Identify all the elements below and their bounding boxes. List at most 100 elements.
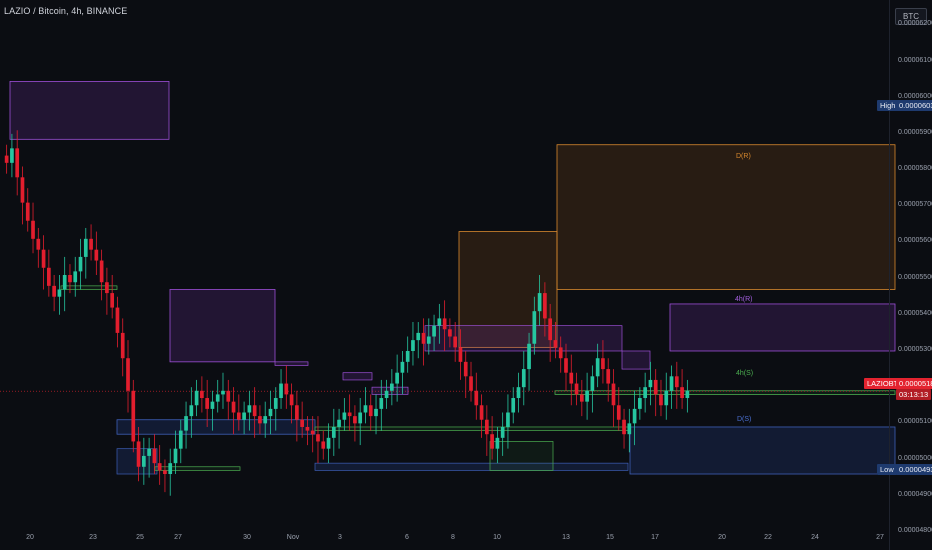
time-tick-label: 15: [606, 534, 614, 541]
candle-body: [484, 419, 489, 435]
sr-zone: [314, 426, 629, 431]
candle-body: [585, 390, 589, 402]
high-value: 0.00006032: [896, 100, 932, 111]
price-tick-label: 0.00004800: [898, 526, 932, 534]
candle-body: [236, 412, 241, 420]
candle-body: [395, 372, 399, 384]
candle-body: [664, 390, 669, 406]
candle-body: [226, 390, 231, 402]
candle-body: [326, 437, 331, 449]
candle-body: [432, 325, 436, 337]
price-tick-label: 0.00005800: [898, 165, 932, 173]
candle-body: [52, 285, 56, 297]
candle-body: [358, 412, 363, 424]
candle-body: [390, 383, 394, 391]
candle-body: [353, 416, 357, 424]
candle-body: [310, 430, 315, 435]
price-tick-label: 0.00005600: [898, 237, 932, 245]
time-tick-label: 3: [338, 534, 342, 541]
candle-body: [574, 383, 579, 395]
candle-body: [601, 358, 605, 370]
sr-zone: [169, 289, 276, 363]
price-tick-label: 0.00005000: [898, 454, 932, 462]
candle-body: [105, 282, 109, 294]
candle-body: [78, 256, 83, 272]
price-tick-label: 0.00005100: [898, 418, 932, 426]
candle-body: [527, 343, 531, 370]
candle-body: [205, 398, 210, 409]
candle-body: [384, 390, 389, 399]
candle-body: [448, 329, 452, 337]
candle-body: [405, 350, 410, 362]
candle-body: [184, 416, 188, 431]
sr-zone: [314, 462, 629, 471]
zone-label-d-resistance: D(R): [736, 153, 751, 160]
candle-body: [136, 441, 141, 467]
candle-body: [94, 249, 99, 261]
zone-label-4h-support: 4h(S): [736, 370, 754, 377]
time-tick-label: 10: [493, 534, 501, 541]
candle-body: [411, 340, 415, 351]
candle-body: [342, 412, 347, 420]
candle-body: [141, 455, 146, 467]
candle-body: [99, 260, 104, 283]
candle-body: [279, 383, 283, 399]
candle-body: [242, 412, 246, 420]
candle-body: [632, 408, 637, 424]
candle-body: [252, 405, 257, 417]
time-tick-label: 24: [811, 534, 819, 541]
candle-body: [638, 398, 642, 409]
sr-zone: [342, 372, 373, 381]
candle-body: [543, 293, 547, 319]
sr-zone: [154, 466, 241, 471]
candle-body: [126, 358, 130, 391]
candle-body: [469, 376, 473, 391]
candle-body: [490, 434, 494, 449]
candle-body: [15, 148, 20, 178]
candle-body: [263, 416, 268, 424]
candle-body: [210, 401, 215, 409]
price-chart[interactable]: [0, 0, 932, 550]
candle-body: [73, 271, 78, 283]
candle-body: [337, 419, 341, 427]
time-tick-label: 13: [562, 534, 570, 541]
price-tick-label: 0.00005500: [898, 273, 932, 281]
zone-label-d-support: D(S): [737, 416, 752, 423]
candle-body: [231, 401, 236, 413]
candle-body: [648, 379, 653, 388]
sr-zone: [621, 350, 651, 370]
candle-body: [379, 398, 384, 409]
candle-body: [685, 390, 690, 399]
candle-body: [147, 448, 151, 456]
low-label: Low: [877, 464, 897, 475]
candle-body: [316, 434, 320, 442]
candle-body: [511, 398, 516, 413]
candle-body: [347, 412, 352, 417]
candle-body: [606, 369, 611, 384]
candle-body: [168, 463, 173, 475]
time-tick-label: 25: [136, 534, 144, 541]
candle-body: [521, 369, 526, 388]
candle-body: [295, 405, 299, 420]
time-tick-label: 22: [764, 534, 772, 541]
candle-body: [659, 394, 663, 406]
candle-body: [62, 275, 67, 290]
candle-body: [321, 441, 326, 449]
candle-body: [442, 318, 447, 330]
candle-body: [506, 412, 510, 427]
time-tick-label: 27: [876, 534, 884, 541]
candle-body: [189, 405, 194, 417]
price-tick-label: 0.00005400: [898, 309, 932, 317]
candle-body: [627, 423, 632, 435]
candle-body: [178, 430, 183, 449]
candle-body: [564, 358, 568, 373]
candle-body: [680, 387, 684, 399]
candle-body: [41, 249, 46, 268]
candle-body: [500, 426, 505, 438]
candle-body: [36, 238, 41, 250]
candle-body: [25, 202, 30, 221]
candle-body: [273, 398, 278, 409]
time-tick-label: 6: [405, 534, 409, 541]
candle-body: [400, 361, 405, 373]
candle-body: [616, 405, 621, 420]
